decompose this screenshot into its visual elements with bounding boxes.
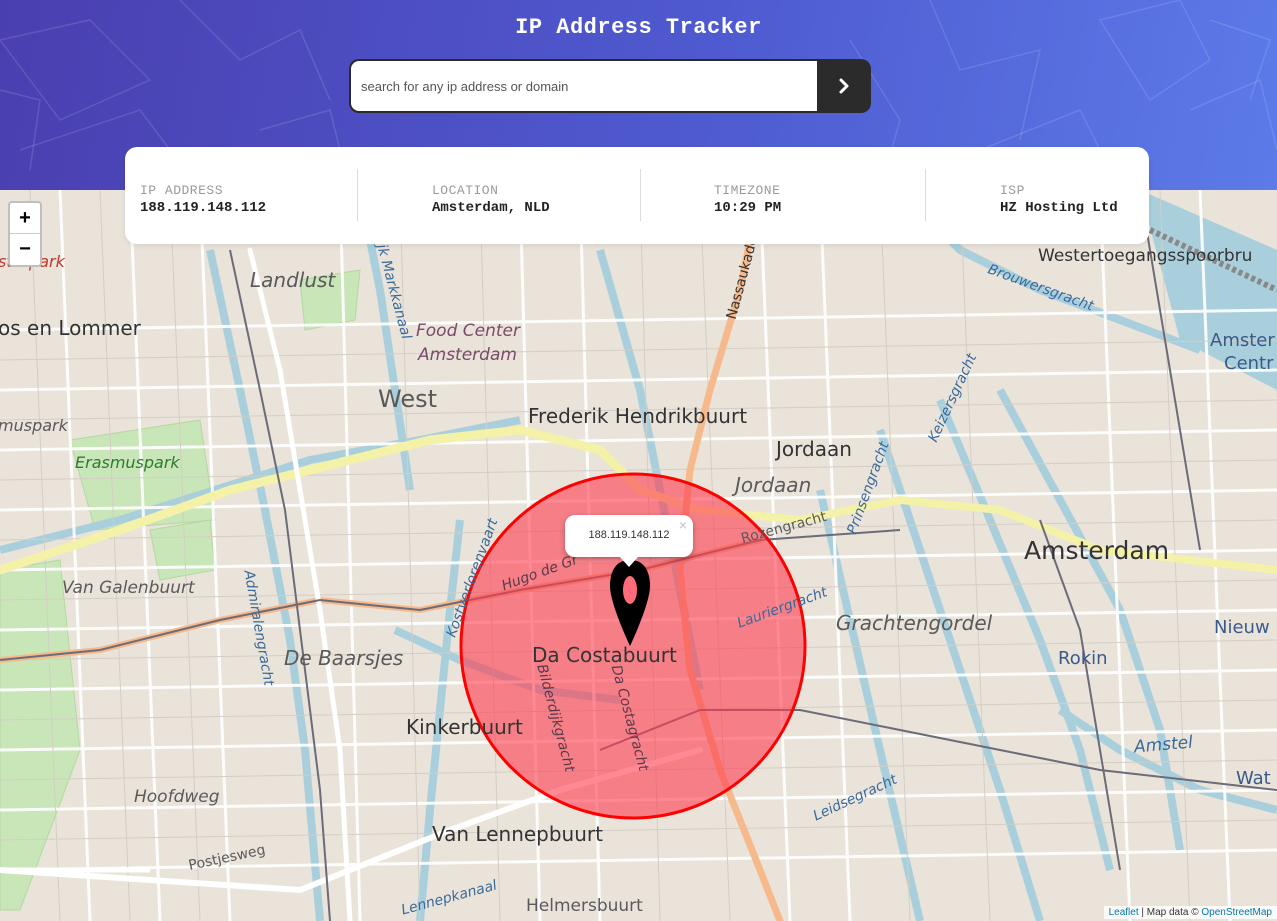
- timezone-block: TIMEZONE 10:29 PM: [714, 183, 781, 216]
- map-label: Erasmuspark: [75, 453, 180, 472]
- timezone-value: 10:29 PM: [714, 200, 782, 216]
- divider: [925, 169, 926, 221]
- attribution-text: | Map data ©: [1138, 907, 1202, 918]
- ip-address-label: IP ADDRESS: [140, 183, 224, 198]
- zoom-out-button[interactable]: −: [10, 233, 40, 264]
- map-label: Amster: [1210, 330, 1275, 351]
- chevron-right-icon: [839, 78, 849, 94]
- isp-value: HZ Hosting Ltd: [1000, 200, 1118, 216]
- popup-ip-text: 188.119.148.112: [588, 529, 670, 541]
- map-label: Amsterdam: [418, 345, 517, 365]
- search-bar: [349, 59, 871, 113]
- map-label: Centr: [1224, 353, 1274, 374]
- map-label: Nieuw: [1214, 617, 1270, 638]
- zoom-control: + −: [8, 201, 42, 267]
- map-label: Grachtengordel: [836, 611, 993, 635]
- isp-block: ISP HZ Hosting Ltd: [1000, 183, 1118, 216]
- divider: [640, 169, 641, 221]
- map-attribution: Leaflet | Map data © OpenStreetMap: [1103, 906, 1277, 919]
- map-label: Wat: [1236, 768, 1271, 789]
- map-label: Van Galenbuurt: [62, 578, 195, 598]
- map-label: Helmersbuurt: [526, 896, 643, 916]
- zoom-in-button[interactable]: +: [10, 203, 40, 233]
- map-label: Rokin: [1058, 648, 1108, 669]
- marker-popup: 188.119.148.112 ×: [565, 515, 693, 567]
- map-label: Frederik Hendrikbuurt: [528, 404, 748, 428]
- leaflet-link[interactable]: Leaflet: [1109, 907, 1139, 918]
- map-label: Jordaan: [776, 437, 852, 461]
- map-label: Van Lennepbuurt: [432, 822, 603, 846]
- map-label: De Baarsjes: [284, 646, 404, 670]
- location-block: LOCATION Amsterdam, NLD: [432, 183, 550, 216]
- location-value: Amsterdam, NLD: [432, 200, 550, 216]
- map-label: Da Costabuurt: [532, 643, 677, 667]
- location-label: LOCATION: [432, 183, 499, 198]
- map-label: Westertoegangsspoorbru: [1038, 246, 1253, 266]
- map-label: Hoofdweg: [134, 787, 220, 807]
- map-label: Amsterdam: [1024, 536, 1170, 565]
- map-label: muspark: [0, 416, 68, 435]
- popup-close-button[interactable]: ×: [679, 517, 687, 533]
- osm-link[interactable]: OpenStreetMap: [1201, 907, 1272, 918]
- ip-address-block: IP ADDRESS 188.119.148.112: [140, 183, 266, 216]
- search-input[interactable]: [349, 59, 817, 113]
- map-label: West: [378, 385, 438, 413]
- page-title: IP Address Tracker: [515, 15, 762, 40]
- map-label: os en Lommer: [0, 316, 141, 340]
- popup-tip: [619, 556, 639, 567]
- map-label: Landlust: [250, 268, 336, 292]
- map-label: Food Center: [416, 321, 520, 341]
- search-submit-button[interactable]: [817, 59, 871, 113]
- divider: [357, 169, 358, 221]
- ip-address-value: 188.119.148.112: [140, 200, 267, 216]
- timezone-label: TIMEZONE: [714, 183, 781, 198]
- isp-label: ISP: [1000, 183, 1025, 198]
- map-label: Kinkerbuurt: [406, 715, 523, 739]
- map-label: Jordaan: [735, 473, 812, 497]
- ip-info-panel: IP ADDRESS 188.119.148.112 LOCATION Amst…: [125, 147, 1149, 244]
